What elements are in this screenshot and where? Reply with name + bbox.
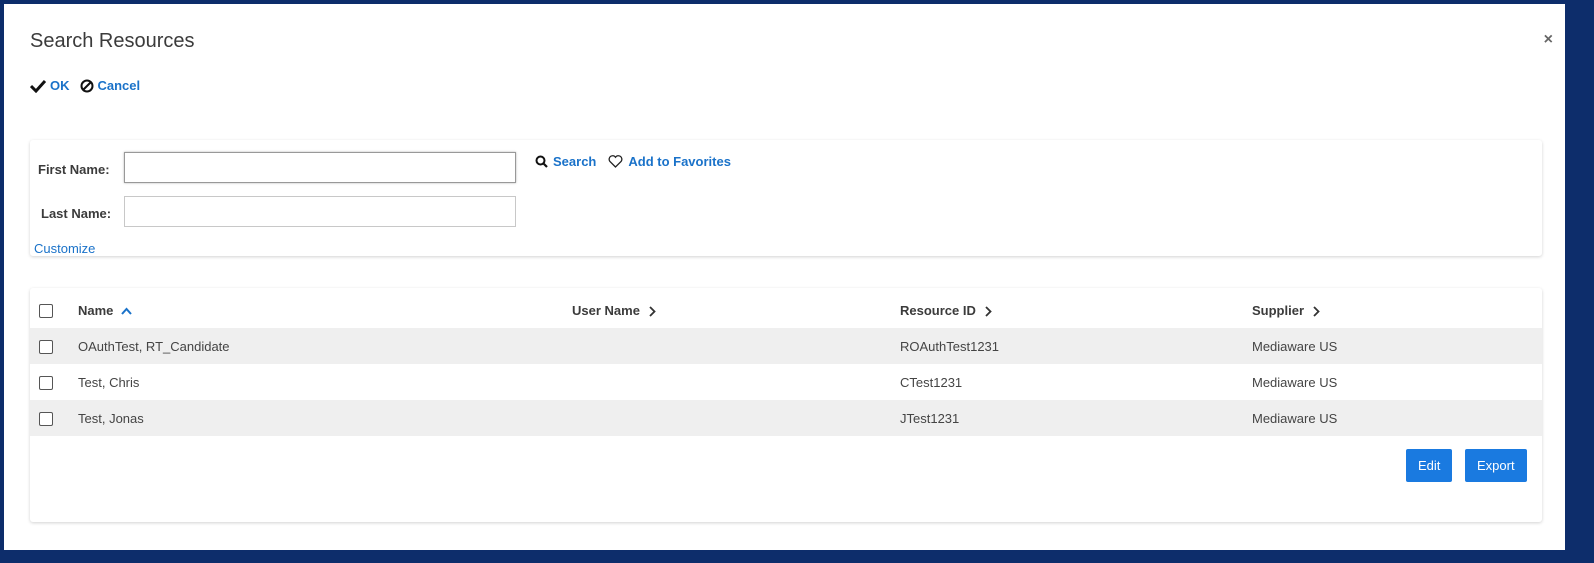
search-button[interactable]: Search xyxy=(535,154,596,169)
chevron-up-icon xyxy=(121,307,132,315)
cell-supplier: Mediaware US xyxy=(1252,400,1542,436)
customize-link[interactable]: Customize xyxy=(34,241,95,256)
select-all-checkbox[interactable] xyxy=(39,303,53,318)
search-label: Search xyxy=(553,154,597,169)
ban-icon xyxy=(80,79,93,92)
table-row[interactable]: Test, Jonas JTest1231 Mediaware US xyxy=(30,400,1542,436)
cancel-button[interactable]: Cancel xyxy=(80,78,141,93)
column-header-resource-id-label: Resource ID xyxy=(900,302,976,318)
cancel-label: Cancel xyxy=(97,78,141,93)
ok-label: OK xyxy=(50,78,70,93)
row-checkbox[interactable] xyxy=(39,339,53,354)
cell-user-name xyxy=(572,400,900,436)
cell-name: Test, Chris xyxy=(78,374,140,390)
cell-resource-id: ROAuthTest1231 xyxy=(900,328,1252,364)
search-actions: Search Add to Favorites xyxy=(535,154,731,169)
row-checkbox[interactable] xyxy=(39,411,53,426)
cell-name: Test, Jonas xyxy=(78,400,572,436)
cell-supplier: Mediaware US xyxy=(1252,328,1542,364)
table-row[interactable]: Test, Chris CTest1231 Mediaware US xyxy=(30,364,1542,400)
column-header-supplier[interactable]: Supplier xyxy=(1252,292,1542,328)
cell-name: OAuthTest, RT_Candidate xyxy=(78,328,572,364)
search-resources-dialog: Search Resources × OK Cancel First Name:… xyxy=(4,4,1565,550)
add-to-favorites-button[interactable]: Add to Favorites xyxy=(608,154,731,169)
dialog-toolbar: OK Cancel xyxy=(30,78,140,93)
search-panel: First Name: Last Name: Search Add to Fav… xyxy=(30,140,1542,256)
column-header-resource-id[interactable]: Resource ID xyxy=(900,292,1252,328)
results-panel: Name User Name Resource ID Supplier OAut… xyxy=(30,288,1542,522)
column-header-name[interactable]: Name xyxy=(78,292,572,328)
favorites-label: Add to Favorites xyxy=(628,154,731,169)
column-header-user-name-label: User Name xyxy=(572,302,640,318)
dialog-title: Search Resources xyxy=(30,30,195,52)
table-row[interactable]: OAuthTest, RT_Candidate ROAuthTest1231 M… xyxy=(30,328,1542,364)
chevron-right-icon xyxy=(648,305,656,317)
chevron-right-icon xyxy=(984,305,992,317)
column-header-name-label: Name xyxy=(78,302,114,318)
column-header-supplier-label: Supplier xyxy=(1252,302,1305,318)
cell-user-name xyxy=(572,328,900,364)
cell-resource-id: JTest1231 xyxy=(900,400,1252,436)
last-name-label: Last Name: xyxy=(41,206,112,221)
checkmark-icon xyxy=(30,79,46,93)
first-name-label: First Name: xyxy=(38,162,110,177)
edit-button[interactable]: Edit xyxy=(1406,449,1453,482)
first-name-input[interactable] xyxy=(124,152,516,183)
ok-button[interactable]: OK xyxy=(30,78,70,93)
heart-icon xyxy=(608,155,623,168)
search-icon xyxy=(535,155,548,168)
cell-user-name xyxy=(572,364,900,400)
cell-resource-id: CTest1231 xyxy=(900,374,963,390)
row-checkbox[interactable] xyxy=(39,375,53,390)
close-icon[interactable]: × xyxy=(1544,31,1553,49)
table-header-row: Name User Name Resource ID Supplier xyxy=(30,292,1542,328)
column-header-user-name[interactable]: User Name xyxy=(572,292,900,328)
cell-supplier: Mediaware US xyxy=(1252,374,1338,390)
results-table: Name User Name Resource ID Supplier OAut… xyxy=(30,292,1542,436)
export-button[interactable]: Export xyxy=(1465,449,1527,482)
chevron-right-icon xyxy=(1313,305,1320,317)
last-name-input[interactable] xyxy=(124,196,516,227)
